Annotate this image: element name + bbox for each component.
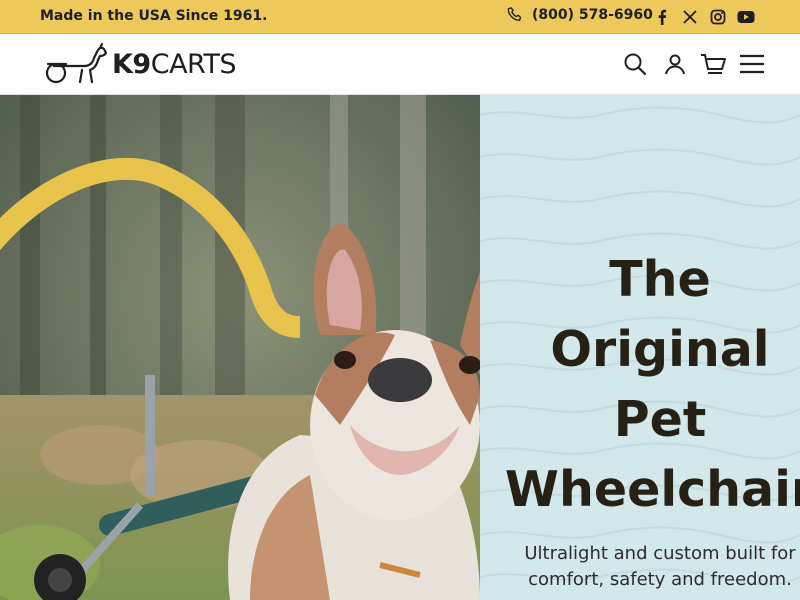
- dog-cart-logo-icon: [45, 42, 108, 84]
- logo-text: K9CARTS: [112, 48, 236, 80]
- phone-icon: [507, 7, 522, 22]
- subtitle-line-2: comfort, safety and freedom.: [528, 569, 792, 590]
- hero-subtitle: Ultralight and custom built for comfort,…: [480, 541, 800, 593]
- announcement-bar: Made in the USA Since 1961. (800) 578-69…: [0, 0, 800, 34]
- facebook-icon[interactable]: [653, 8, 671, 26]
- youtube-icon[interactable]: [737, 8, 755, 26]
- search-icon[interactable]: [622, 51, 648, 77]
- headline-line-3: Pet: [613, 391, 707, 448]
- phone-number: (800) 578-6960: [532, 7, 653, 23]
- x-icon[interactable]: [681, 8, 699, 26]
- headline-line-1: The: [609, 251, 711, 308]
- tagline: Made in the USA Since 1961.: [40, 8, 268, 24]
- account-icon[interactable]: [662, 51, 688, 77]
- site-header: K9CARTS: [0, 34, 800, 95]
- hero-headline: The Original Pet Wheelchair: [480, 245, 800, 525]
- hero-dog-photo: [0, 95, 480, 600]
- headline-line-4: Wheelchair: [504, 461, 800, 518]
- hero-section: The Original Pet Wheelchair Ultralight a…: [0, 95, 800, 600]
- hero-text-panel: The Original Pet Wheelchair Ultralight a…: [480, 95, 800, 600]
- headline-line-2: Original: [550, 321, 770, 378]
- logo[interactable]: K9CARTS: [44, 42, 236, 86]
- menu-icon[interactable]: [739, 51, 765, 77]
- cart-icon[interactable]: [700, 51, 726, 77]
- phone-link[interactable]: (800) 578-6960: [506, 6, 653, 24]
- instagram-icon[interactable]: [709, 8, 727, 26]
- subtitle-line-1: Ultralight and custom built for: [524, 543, 796, 564]
